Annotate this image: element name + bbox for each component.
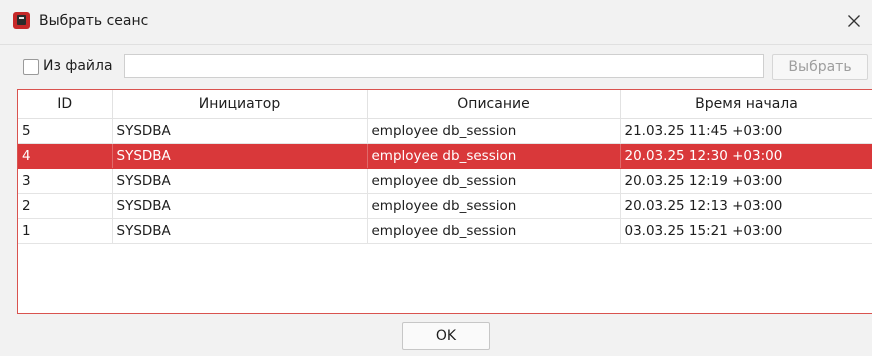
from-file-label[interactable]: Из файла — [43, 58, 113, 74]
cell-initiator: SYSDBA — [112, 168, 368, 194]
from-file-row: Из файла Выбрать — [0, 53, 872, 81]
cell-id: 5 — [18, 118, 113, 144]
cell-initiator: SYSDBA — [112, 118, 368, 144]
table-row[interactable]: 5 SYSDBA employee db_session 21.03.25 11… — [18, 118, 872, 144]
close-icon[interactable] — [842, 9, 866, 33]
cell-description: employee db_session — [367, 143, 621, 169]
database-icon — [13, 12, 30, 29]
cell-description: employee db_session — [367, 193, 621, 219]
title-bar: Выбрать сеанс — [0, 0, 872, 45]
choose-button[interactable]: Выбрать — [772, 54, 868, 80]
sessions-table: ID Инициатор Описание Время начала 5 SYS… — [17, 89, 872, 314]
from-file-checkbox[interactable] — [23, 59, 39, 75]
cell-description: employee db_session — [367, 118, 621, 144]
table-row[interactable]: 1 SYSDBA employee db_session 03.03.25 15… — [18, 218, 872, 244]
table-header: ID Инициатор Описание Время начала — [18, 90, 872, 119]
cell-initiator: SYSDBA — [112, 193, 368, 219]
cell-description: employee db_session — [367, 218, 621, 244]
column-header-id[interactable]: ID — [18, 90, 113, 119]
ok-button[interactable]: OK — [402, 322, 490, 350]
cell-description: employee db_session — [367, 168, 621, 194]
cell-start-time: 03.03.25 15:21 +03:00 — [620, 218, 872, 244]
column-header-start-time[interactable]: Время начала — [620, 90, 872, 119]
file-path-input[interactable] — [124, 54, 764, 78]
cell-id: 4 — [18, 143, 113, 169]
cell-initiator: SYSDBA — [112, 218, 368, 244]
table-row[interactable]: 2 SYSDBA employee db_session 20.03.25 12… — [18, 193, 872, 219]
cell-start-time: 20.03.25 12:19 +03:00 — [620, 168, 872, 194]
table-row[interactable]: 3 SYSDBA employee db_session 20.03.25 12… — [18, 168, 872, 194]
window-title: Выбрать сеанс — [39, 13, 149, 29]
cell-start-time: 20.03.25 12:30 +03:00 — [620, 143, 872, 169]
cell-initiator: SYSDBA — [112, 143, 368, 169]
cell-id: 1 — [18, 218, 113, 244]
cell-start-time: 21.03.25 11:45 +03:00 — [620, 118, 872, 144]
column-header-description[interactable]: Описание — [367, 90, 621, 119]
cell-id: 3 — [18, 168, 113, 194]
cell-start-time: 20.03.25 12:13 +03:00 — [620, 193, 872, 219]
table-row-selected[interactable]: 4 SYSDBA employee db_session 20.03.25 12… — [18, 143, 872, 169]
cell-id: 2 — [18, 193, 113, 219]
column-header-initiator[interactable]: Инициатор — [112, 90, 368, 119]
